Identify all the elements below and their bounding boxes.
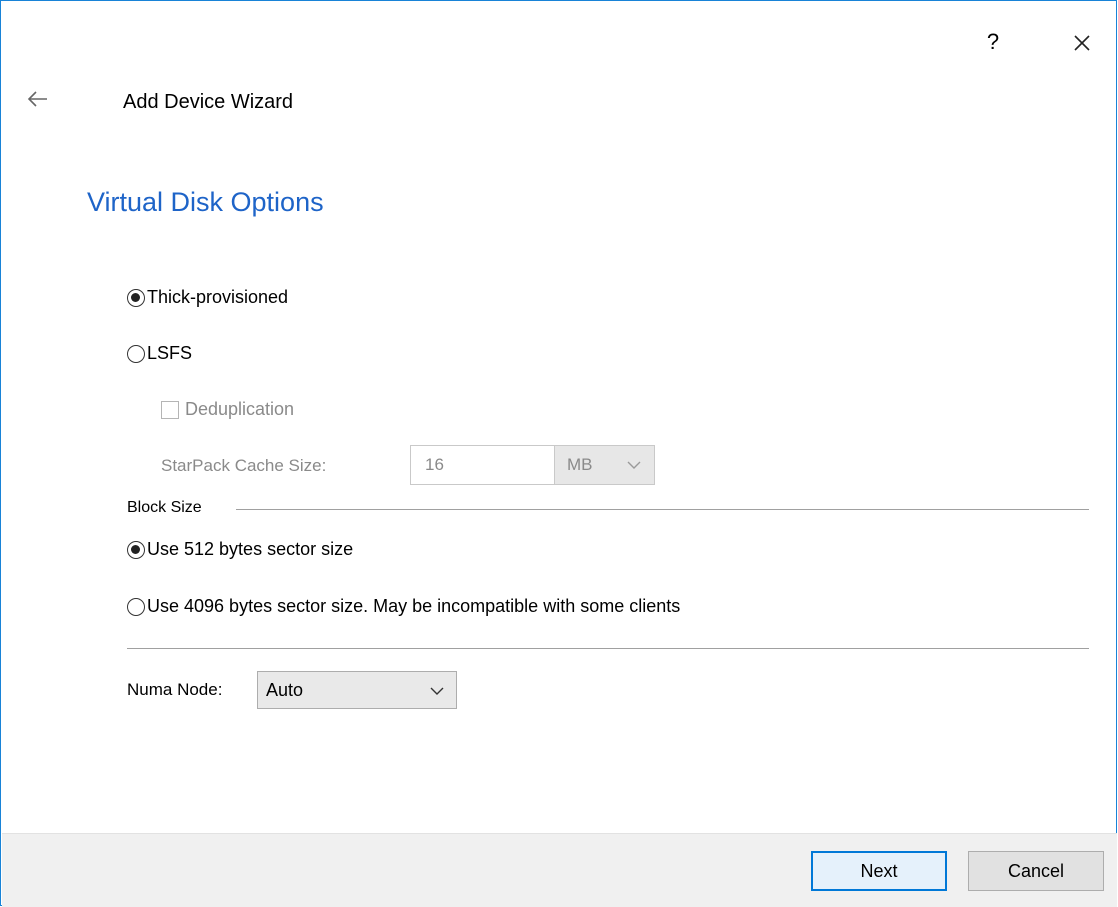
- numa-node-label: Numa Node:: [127, 680, 223, 699]
- wizard-title: Add Device Wizard: [123, 91, 294, 113]
- chevron-down-icon: [430, 687, 444, 695]
- numa-node-select[interactable]: Auto: [257, 671, 457, 709]
- chevron-down-icon: [627, 461, 641, 469]
- back-button[interactable]: [27, 89, 49, 109]
- numa-divider: [127, 648, 1089, 649]
- cache-unit-value: MB: [567, 455, 593, 474]
- block-size-group-label: Block Size: [127, 499, 202, 516]
- block-size-divider: [236, 509, 1089, 510]
- radio-selected-dot: [131, 293, 140, 302]
- thick-provisioned-label[interactable]: Thick-provisioned: [147, 287, 288, 308]
- radio-selected-dot: [131, 545, 140, 554]
- deduplication-label: Deduplication: [185, 399, 295, 419]
- thick-provisioned-radio[interactable]: [127, 289, 145, 307]
- page-title: Virtual Disk Options: [87, 187, 324, 217]
- close-button[interactable]: [1067, 28, 1097, 58]
- sector-4096-radio[interactable]: [127, 598, 145, 616]
- next-button[interactable]: Next: [811, 851, 947, 891]
- starpack-cache-input[interactable]: 16: [410, 445, 555, 485]
- cache-unit-select[interactable]: MB: [554, 445, 655, 485]
- cancel-button[interactable]: Cancel: [968, 851, 1104, 891]
- arrow-left-icon: [27, 91, 47, 107]
- sector-4096-label[interactable]: Use 4096 bytes sector size. May be incom…: [147, 596, 680, 617]
- starpack-cache-label: StarPack Cache Size:: [161, 456, 327, 475]
- lsfs-radio[interactable]: [127, 345, 145, 363]
- sector-512-label[interactable]: Use 512 bytes sector size: [147, 539, 353, 560]
- deduplication-checkbox[interactable]: [161, 401, 179, 419]
- numa-node-value: Auto: [266, 680, 304, 700]
- help-button[interactable]: ?: [981, 28, 1005, 56]
- lsfs-label[interactable]: LSFS: [147, 343, 192, 364]
- wizard-window: ? Add Device Wizard Virtual Disk Options…: [0, 0, 1117, 907]
- sector-512-radio[interactable]: [127, 541, 145, 559]
- close-icon: [1074, 35, 1090, 51]
- footer-bar: [2, 833, 1117, 907]
